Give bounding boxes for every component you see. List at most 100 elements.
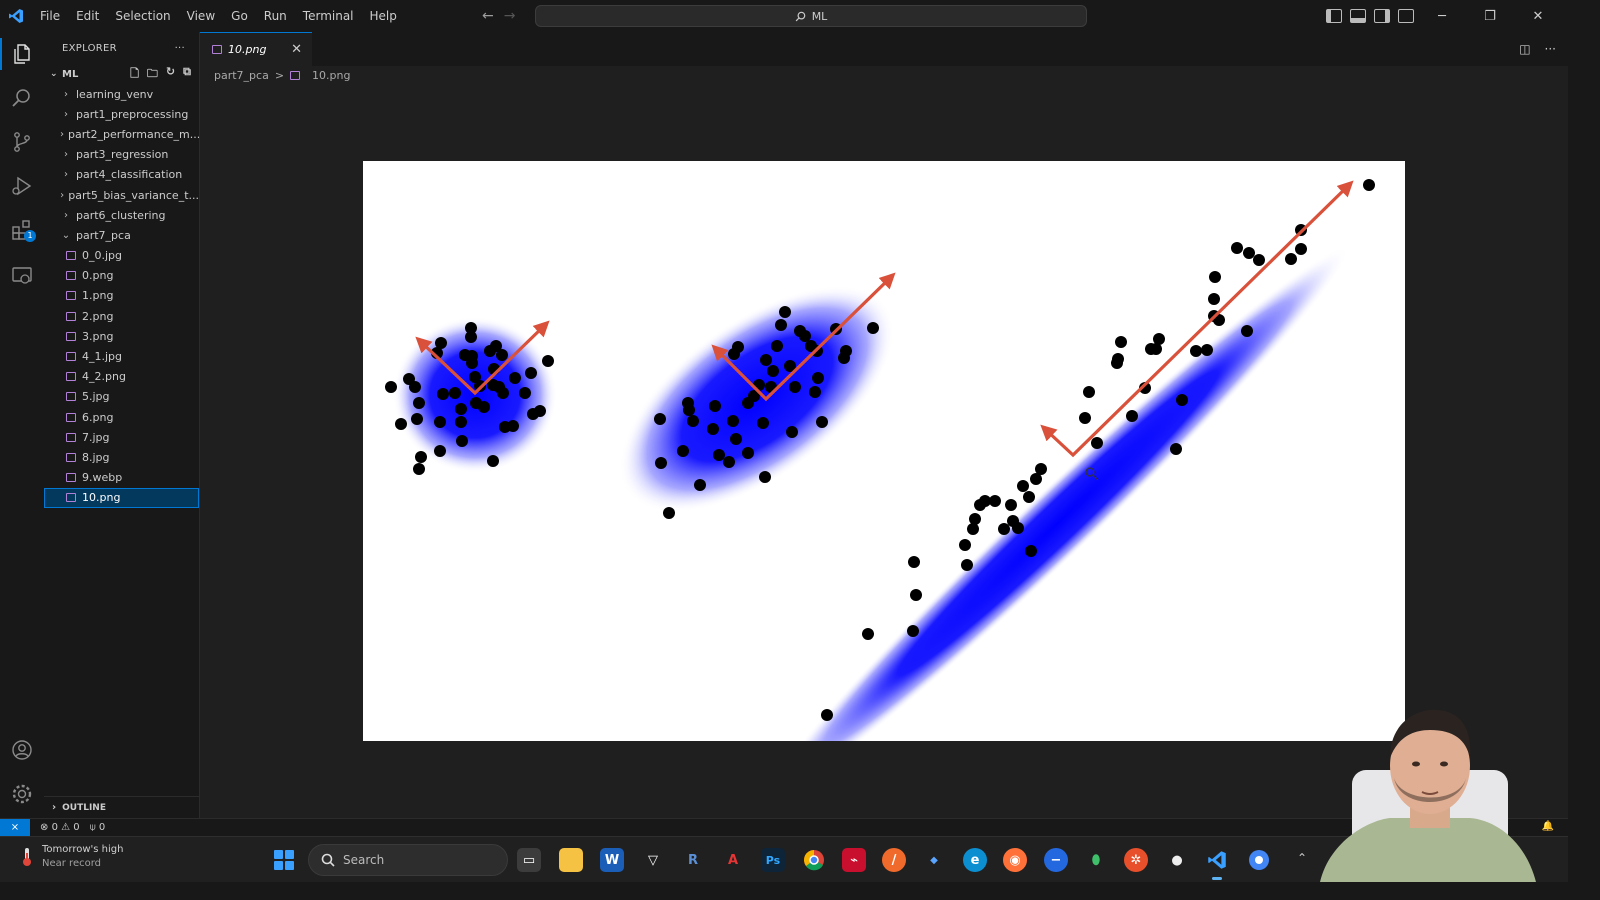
image-preview[interactable] xyxy=(363,161,1405,800)
split-editor-icon[interactable]: ◫ xyxy=(1519,42,1530,56)
extensions-icon[interactable]: 1 xyxy=(10,218,36,242)
menu-run[interactable]: Run xyxy=(256,0,295,32)
chrome-profile-icon[interactable] xyxy=(1247,848,1271,872)
folder-item[interactable]: › part1_preprocessing xyxy=(44,104,199,124)
notifications-bell-icon[interactable]: 🔔 xyxy=(1542,821,1554,832)
search-icon[interactable] xyxy=(10,86,34,110)
windows-start-icon[interactable] xyxy=(274,850,294,870)
taskbar-search-label: Search xyxy=(343,853,385,867)
more-actions-icon[interactable]: ··· xyxy=(175,43,185,54)
obs-icon[interactable]: ● xyxy=(1165,848,1189,872)
folder-item[interactable]: › part2_performance_m... xyxy=(44,124,199,144)
file-item[interactable]: 0_0.jpg xyxy=(44,246,199,266)
title-controls: ─ ❐ ✕ xyxy=(1326,0,1558,32)
orange-app-icon[interactable]: / xyxy=(882,848,906,872)
file-item[interactable]: 7.jpg xyxy=(44,427,199,447)
explorer-icon[interactable] xyxy=(10,42,34,66)
file-item[interactable]: 1.png xyxy=(44,286,199,306)
source-control-icon[interactable] xyxy=(10,130,34,154)
menu-edit[interactable]: Edit xyxy=(68,0,107,32)
file-item[interactable]: 10.png xyxy=(44,487,199,508)
menu-help[interactable]: Help xyxy=(362,0,405,32)
acrobat-a-icon[interactable]: A xyxy=(721,848,745,872)
accounts-icon[interactable] xyxy=(10,738,34,762)
customize-layout-icon[interactable] xyxy=(1398,9,1414,23)
edge-icon[interactable]: e xyxy=(963,848,987,872)
menu-go[interactable]: Go xyxy=(223,0,256,32)
file-item[interactable]: 9.webp xyxy=(44,468,199,488)
folder-item[interactable]: › part4_classification xyxy=(44,165,199,185)
folder-item[interactable]: › part6_clustering xyxy=(44,205,199,225)
data-point xyxy=(1091,437,1103,449)
acrobat-pdf-icon[interactable]: ⌁ xyxy=(842,848,866,872)
menu-view[interactable]: View xyxy=(179,0,223,32)
file-item[interactable]: 6.png xyxy=(44,407,199,427)
close-tab-icon[interactable]: ✕ xyxy=(291,42,302,57)
data-point xyxy=(1201,344,1213,356)
photoshop-icon[interactable]: Ps xyxy=(761,848,785,872)
forward-arrow-icon[interactable]: → xyxy=(504,8,516,24)
firefox-icon[interactable]: ◉ xyxy=(1003,848,1027,872)
file-item[interactable]: 0.png xyxy=(44,266,199,286)
command-center-search[interactable]: ML xyxy=(535,5,1087,27)
blue-app-icon[interactable]: ◆ xyxy=(922,848,946,872)
weather-widget[interactable]: Tomorrow's high Near record xyxy=(20,843,123,871)
settings-gear-icon[interactable] xyxy=(10,782,34,806)
word-icon[interactable]: W xyxy=(600,848,624,872)
data-point xyxy=(723,456,735,468)
refresh-icon[interactable]: ↻ xyxy=(166,65,175,84)
toggle-primary-sidebar-icon[interactable] xyxy=(1326,9,1342,23)
remote-explorer-icon[interactable] xyxy=(10,264,34,288)
data-point xyxy=(709,400,721,412)
folder-item-open[interactable]: ⌄ part7_pca xyxy=(44,225,199,245)
taskbar-search[interactable]: Search xyxy=(308,844,508,876)
restore-icon[interactable]: ❐ xyxy=(1470,9,1510,24)
run-debug-icon[interactable] xyxy=(10,174,34,198)
minus-app-icon[interactable]: − xyxy=(1044,848,1068,872)
file-explorer-icon[interactable] xyxy=(559,848,583,872)
toggle-panel-icon[interactable] xyxy=(1350,9,1366,23)
file-item[interactable]: 2.png xyxy=(44,306,199,326)
workspace-root[interactable]: ⌄ ML 🗋 🗀 ↻ ⧉ xyxy=(44,64,199,84)
data-point xyxy=(961,559,973,571)
file-item[interactable]: 3.png xyxy=(44,326,199,346)
file-label: 2.png xyxy=(82,309,114,323)
folder-item[interactable]: › learning_venv xyxy=(44,84,199,104)
chrome-icon[interactable] xyxy=(802,848,826,872)
new-folder-icon[interactable]: 🗀 xyxy=(147,65,158,84)
file-label: 1.png xyxy=(82,289,114,303)
file-item[interactable]: 8.jpg xyxy=(44,447,199,467)
data-point xyxy=(998,523,1010,535)
minimize-icon[interactable]: ─ xyxy=(1422,9,1462,24)
file-item[interactable]: 4_2.png xyxy=(44,367,199,387)
file-item[interactable]: 4_1.jpg xyxy=(44,346,199,366)
back-arrow-icon[interactable]: ← xyxy=(482,8,494,24)
r-icon[interactable]: R xyxy=(681,848,705,872)
menu-file[interactable]: File xyxy=(32,0,68,32)
task-view-icon[interactable]: ▭ xyxy=(517,848,541,872)
outline-section[interactable]: › OUTLINE xyxy=(44,796,200,818)
ports-indicator[interactable]: ⍦ 0 xyxy=(90,822,106,833)
vscode-taskbar-icon[interactable] xyxy=(1205,848,1229,880)
vectorworks-icon[interactable]: ▽ xyxy=(641,848,665,872)
menu-selection[interactable]: Selection xyxy=(107,0,178,32)
remote-indicator-icon[interactable]: ⨯ xyxy=(0,818,30,837)
breadcrumb-file[interactable]: 10.png xyxy=(312,69,350,82)
toggle-secondary-sidebar-icon[interactable] xyxy=(1374,9,1390,23)
folder-item[interactable]: › part3_regression xyxy=(44,145,199,165)
data-point xyxy=(487,455,499,467)
problems-indicator[interactable]: ⊗ 0 ⚠ 0 xyxy=(40,822,80,833)
collapse-all-icon[interactable]: ⧉ xyxy=(183,65,191,84)
leaf-app-icon[interactable]: ⬮ xyxy=(1084,848,1108,872)
folder-item[interactable]: › part5_bias_variance_t... xyxy=(44,185,199,205)
tab-10-png[interactable]: 10.png ✕ xyxy=(200,32,312,66)
breadcrumb-folder[interactable]: part7_pca xyxy=(214,69,269,82)
more-editor-actions-icon[interactable]: ··· xyxy=(1545,42,1556,56)
settings-app-icon[interactable]: ✲ xyxy=(1124,848,1148,872)
data-point xyxy=(767,365,779,377)
close-window-icon[interactable]: ✕ xyxy=(1518,9,1558,24)
tray-chevron-up-icon[interactable]: ⌃ xyxy=(1297,851,1307,865)
new-file-icon[interactable]: 🗋 xyxy=(130,65,139,84)
menu-terminal[interactable]: Terminal xyxy=(295,0,362,32)
file-item[interactable]: 5.jpg xyxy=(44,387,199,407)
